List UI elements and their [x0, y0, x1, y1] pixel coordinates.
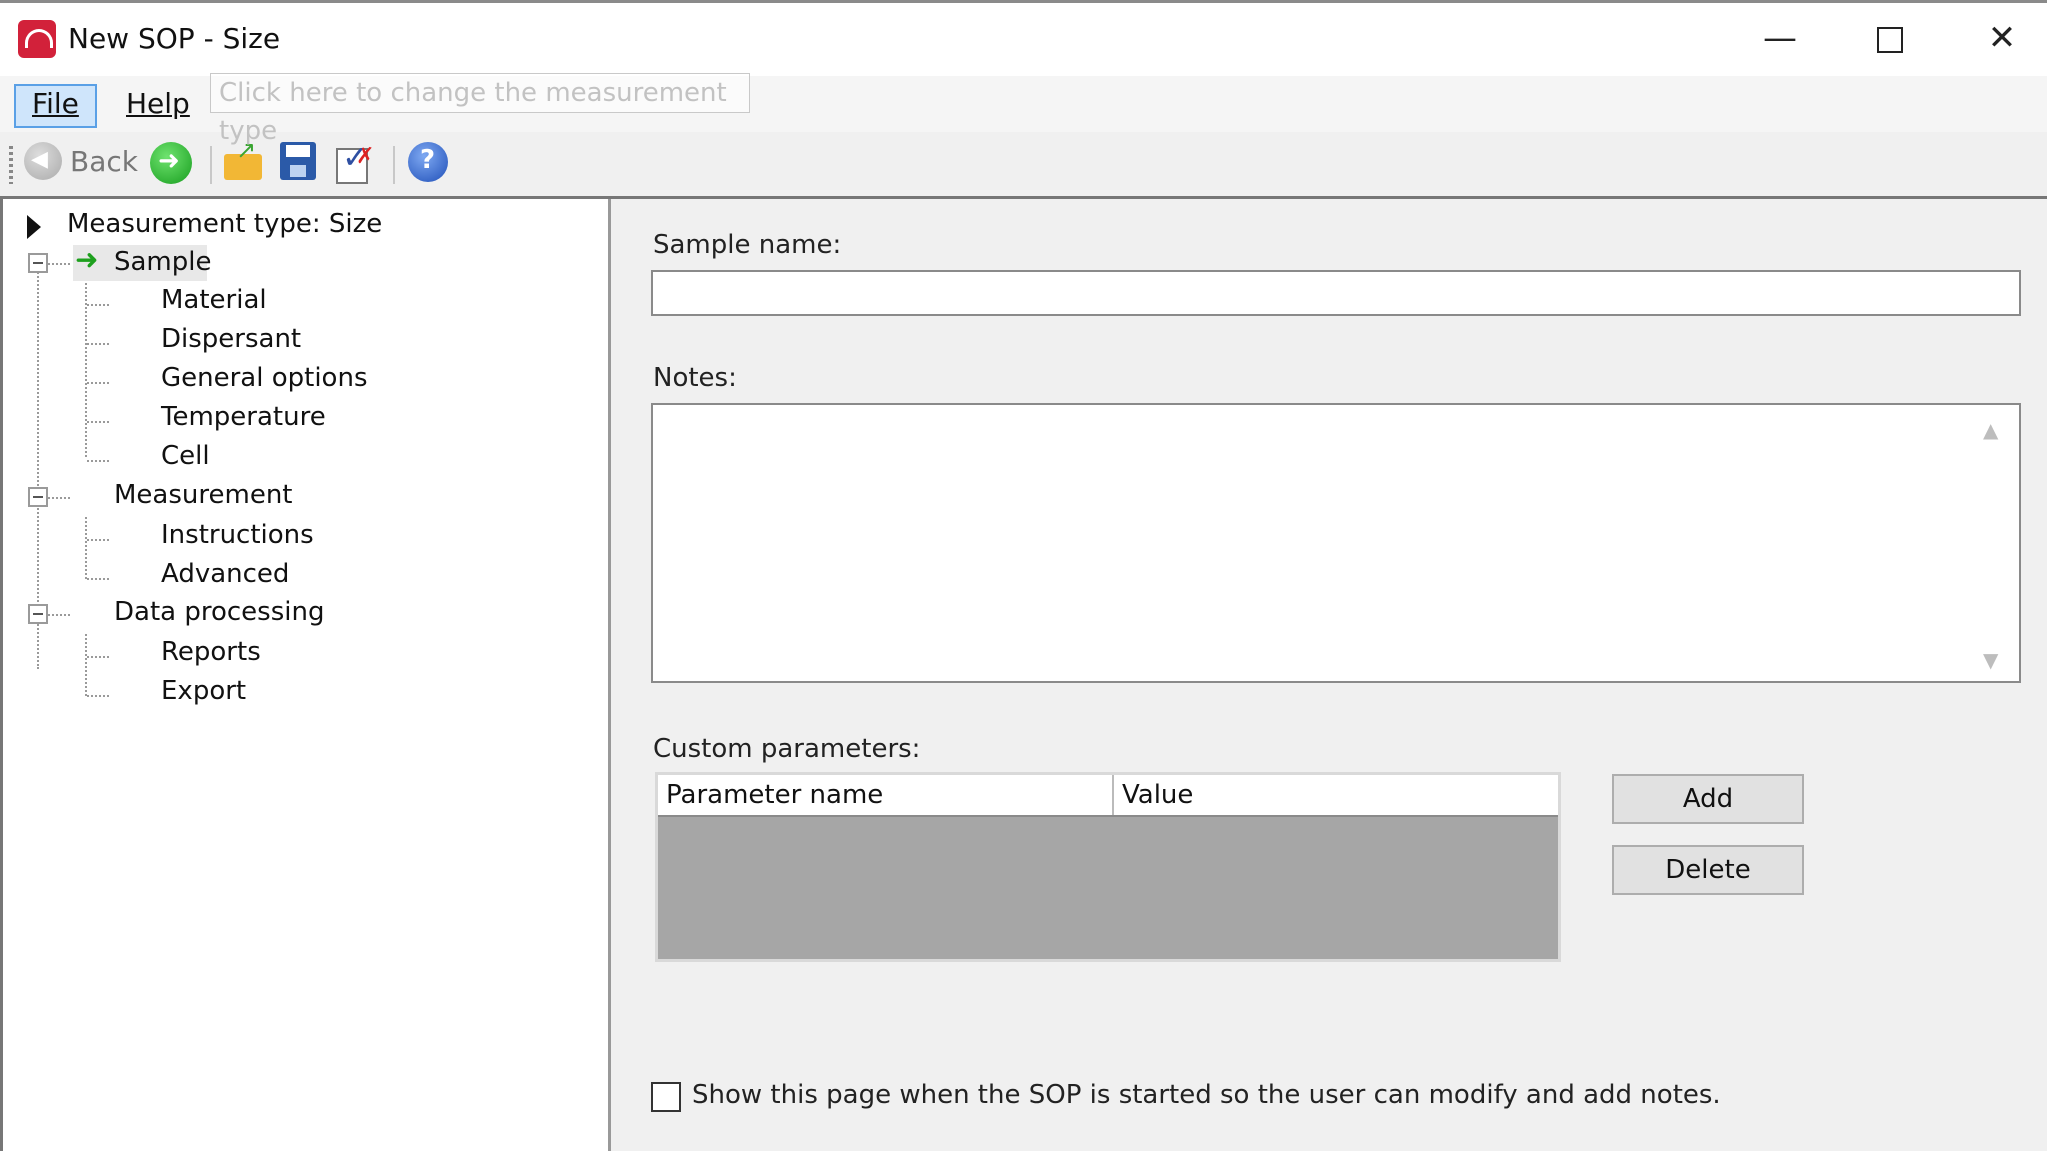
tree-item-advanced[interactable]: Advanced: [161, 559, 289, 589]
add-button[interactable]: Add: [1612, 774, 1804, 824]
toolbar-separator: [210, 146, 212, 184]
save-icon[interactable]: [280, 142, 316, 180]
close-button[interactable]: ✕: [1980, 18, 2024, 58]
tree-item-measurement[interactable]: Measurement: [114, 480, 293, 510]
tree-item-sample[interactable]: Sample: [114, 247, 212, 277]
menu-help-label: Help: [126, 87, 190, 120]
collapse-measurement-icon[interactable]: [28, 487, 48, 507]
measurement-type-tooltip: Click here to change the measurement typ…: [210, 73, 750, 146]
tree-item-general-options[interactable]: General options: [161, 363, 368, 393]
title-bar: New SOP - Size — ✕: [0, 0, 2047, 76]
navigation-tree: Measurement type: Size ➜ Sample Material…: [0, 199, 611, 1151]
tree-item-data-processing[interactable]: Data processing: [114, 597, 324, 627]
menu-file[interactable]: File: [14, 84, 97, 128]
tree-root-measurement-type[interactable]: Measurement type: Size: [67, 209, 382, 239]
scroll-down-icon[interactable]: ▼: [1983, 648, 1998, 672]
tree-guide-line: [85, 517, 87, 579]
tree-item-reports[interactable]: Reports: [161, 637, 261, 667]
toolbar-separator: [393, 146, 395, 184]
toolbar-grip[interactable]: [9, 146, 13, 184]
show-page-checkbox[interactable]: [651, 1082, 681, 1112]
sop-window: New SOP - Size — ✕ File Help Back ↗ ✓ ✗ …: [0, 0, 2047, 1151]
window-title: New SOP - Size: [68, 22, 281, 55]
tree-connector: [87, 304, 109, 306]
menu-help[interactable]: Help: [110, 84, 206, 124]
tree-connector: [48, 614, 70, 616]
window-top-edge: [0, 0, 2047, 3]
save-icon-label: [286, 145, 310, 157]
tree-item-export[interactable]: Export: [161, 676, 246, 706]
collapse-data-processing-icon[interactable]: [28, 604, 48, 624]
back-icon[interactable]: [24, 142, 62, 180]
delete-button[interactable]: Delete: [1612, 845, 1804, 895]
expand-triangle-icon[interactable]: [27, 215, 41, 239]
show-page-checkbox-label[interactable]: Show this page when the SOP is started s…: [692, 1080, 1721, 1110]
custom-parameters-grid[interactable]: Parameter name Value: [655, 772, 1561, 962]
sample-name-label: Sample name:: [653, 230, 842, 260]
tree-connector: [87, 656, 109, 658]
tree-connector: [48, 497, 70, 499]
tree-connector: [87, 539, 109, 541]
save-icon-slot: [290, 165, 306, 177]
notes-label: Notes:: [653, 363, 737, 393]
current-page-arrow-icon: ➜: [75, 243, 99, 276]
help-icon[interactable]: [408, 142, 448, 182]
tree-connector: [87, 421, 109, 423]
back-button-label[interactable]: Back: [70, 145, 138, 178]
tree-connector: [87, 382, 109, 384]
tree-guide-line: [85, 283, 87, 457]
app-logo-icon: [18, 20, 56, 58]
sample-name-input[interactable]: [651, 270, 2021, 316]
notes-textarea[interactable]: [651, 403, 2021, 683]
tree-item-temperature[interactable]: Temperature: [161, 402, 326, 432]
tree-connector: [87, 343, 109, 345]
column-header-parameter-name[interactable]: Parameter name: [658, 775, 1114, 815]
collapse-sample-icon[interactable]: [28, 253, 48, 273]
custom-parameters-label: Custom parameters:: [653, 734, 921, 764]
validate-x-glyph: ✗: [356, 144, 375, 169]
tree-connector: [48, 263, 70, 265]
tree-connector: [87, 578, 109, 580]
tree-item-instructions[interactable]: Instructions: [161, 520, 314, 550]
tree-connector: [87, 695, 109, 697]
tree-item-cell[interactable]: Cell: [161, 441, 210, 471]
maximize-icon: [1877, 26, 1903, 53]
validate-sop-icon[interactable]: ✓ ✗: [334, 138, 376, 184]
grid-header: Parameter name Value: [658, 775, 1558, 817]
tree-item-material[interactable]: Material: [161, 285, 267, 315]
tree-guide-line: [85, 634, 87, 696]
menu-file-label: File: [32, 87, 79, 120]
column-header-value[interactable]: Value: [1114, 775, 1558, 815]
tree-connector: [87, 460, 109, 462]
forward-icon[interactable]: [150, 142, 192, 184]
minimize-button[interactable]: —: [1758, 18, 1802, 58]
maximize-button[interactable]: [1868, 18, 1912, 58]
scroll-up-icon[interactable]: ▲: [1983, 418, 1998, 442]
tree-item-dispersant[interactable]: Dispersant: [161, 324, 301, 354]
